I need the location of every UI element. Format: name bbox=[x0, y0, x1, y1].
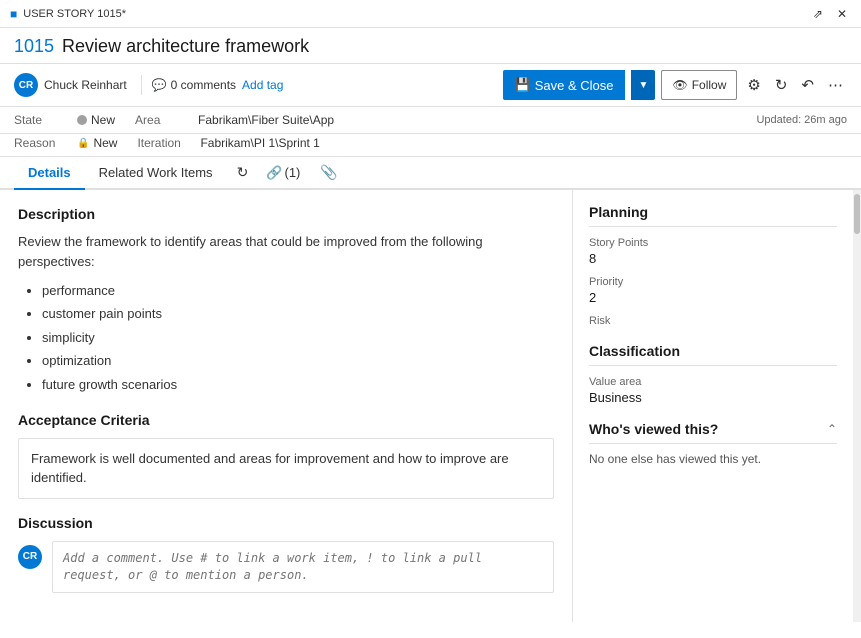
more-button[interactable]: ⋯ bbox=[824, 72, 847, 98]
whos-viewed-message: No one else has viewed this yet. bbox=[589, 452, 837, 466]
updated-text: Updated: 26m ago bbox=[756, 114, 847, 126]
list-item: optimization bbox=[42, 349, 554, 372]
follow-button[interactable]: 👁 Follow bbox=[661, 70, 737, 100]
risk-label: Risk bbox=[589, 315, 837, 327]
fields-row-2: Reason 🔒 New Iteration Fabrikam\PI 1\Spr… bbox=[0, 134, 861, 157]
reason-value: 🔒 New bbox=[77, 136, 117, 150]
comments-count: 0 comments bbox=[171, 78, 236, 92]
description-bullets: performancecustomer pain pointssimplicit… bbox=[18, 279, 554, 396]
work-item-icon: ■ bbox=[10, 7, 17, 21]
links-button[interactable]: 🔗 (1) bbox=[256, 159, 310, 187]
value-area-label: Value area bbox=[589, 376, 837, 388]
state-dot bbox=[77, 115, 87, 125]
links-count: (1) bbox=[284, 165, 300, 180]
reason-label: Reason bbox=[14, 136, 69, 150]
scrollbar[interactable] bbox=[853, 190, 861, 622]
work-item-id: 1015 bbox=[14, 36, 54, 57]
expand-button[interactable]: ⇗ bbox=[809, 5, 827, 23]
tab-details[interactable]: Details bbox=[14, 157, 85, 190]
description-title: Description bbox=[18, 206, 554, 222]
title-bar-left: ■ USER STORY 1015* bbox=[10, 7, 126, 21]
main-content: Description Review the framework to iden… bbox=[0, 190, 861, 622]
fields-row: State New Area Fabrikam\Fiber Suite\App … bbox=[0, 107, 861, 134]
close-button[interactable]: ✕ bbox=[833, 5, 851, 23]
refresh-button[interactable]: ↻ bbox=[771, 72, 792, 98]
title-bar: ■ USER STORY 1015* ⇗ ✕ bbox=[0, 0, 861, 28]
discussion-avatar: CR bbox=[18, 545, 42, 569]
comment-icon: 💬 bbox=[152, 78, 167, 92]
whos-viewed-header[interactable]: Who's viewed this? ⌃ bbox=[589, 421, 837, 444]
history-icon-button[interactable]: ↻ bbox=[229, 158, 257, 187]
acceptance-title: Acceptance Criteria bbox=[18, 412, 554, 428]
area-group: Area Fabrikam\Fiber Suite\App bbox=[135, 113, 334, 127]
author-name: Chuck Reinhart bbox=[44, 78, 127, 92]
reason-group: Reason 🔒 New bbox=[14, 136, 117, 150]
tabs-row: Details Related Work Items ↻ 🔗 (1) 📎 bbox=[0, 157, 861, 190]
comments-button[interactable]: 💬 0 comments bbox=[152, 78, 236, 92]
story-points-label: Story Points bbox=[589, 237, 837, 249]
list-item: customer pain points bbox=[42, 302, 554, 325]
discussion-row: CR bbox=[18, 541, 554, 593]
planning-section: Planning Story Points 8 Priority 2 Risk bbox=[589, 204, 837, 327]
list-item: performance bbox=[42, 279, 554, 302]
value-area-value: Business bbox=[589, 390, 837, 405]
save-icon: 💾 bbox=[515, 77, 531, 93]
add-tag-button[interactable]: Add tag bbox=[242, 78, 283, 92]
settings-button[interactable]: ⚙ bbox=[743, 72, 764, 98]
right-panel: Planning Story Points 8 Priority 2 Risk … bbox=[573, 190, 853, 622]
tab-related-work-items[interactable]: Related Work Items bbox=[85, 157, 227, 190]
title-bar-right: ⇗ ✕ bbox=[809, 5, 851, 23]
story-points-row: Story Points 8 bbox=[589, 237, 837, 266]
toolbar-divider-1 bbox=[141, 75, 142, 95]
risk-row: Risk bbox=[589, 315, 837, 327]
iteration-group: Iteration Fabrikam\PI 1\Sprint 1 bbox=[137, 136, 319, 150]
story-points-value: 8 bbox=[589, 251, 837, 266]
iteration-label: Iteration bbox=[137, 136, 192, 150]
discussion-title: Discussion bbox=[18, 515, 554, 531]
work-item-title: Review architecture framework bbox=[62, 36, 309, 57]
link-icon: 🔗 bbox=[266, 165, 282, 181]
area-value: Fabrikam\Fiber Suite\App bbox=[198, 113, 334, 127]
priority-label: Priority bbox=[589, 276, 837, 288]
acceptance-text: Framework is well documented and areas f… bbox=[18, 438, 554, 499]
state-value: New bbox=[77, 113, 115, 127]
lock-icon: 🔒 bbox=[77, 138, 89, 149]
value-area-row: Value area Business bbox=[589, 376, 837, 405]
follow-icon: 👁 bbox=[672, 78, 687, 92]
left-panel: Description Review the framework to iden… bbox=[0, 190, 573, 622]
chevron-up-icon: ⌃ bbox=[827, 422, 837, 436]
classification-title: Classification bbox=[589, 343, 837, 366]
toolbar: CR Chuck Reinhart 💬 0 comments Add tag 💾… bbox=[0, 64, 861, 107]
list-item: future growth scenarios bbox=[42, 373, 554, 396]
scroll-thumb[interactable] bbox=[854, 194, 860, 234]
description-intro: Review the framework to identify areas t… bbox=[18, 232, 554, 271]
iteration-value: Fabrikam\PI 1\Sprint 1 bbox=[200, 136, 319, 150]
undo-button[interactable]: ↶ bbox=[797, 72, 818, 98]
state-label: State bbox=[14, 113, 69, 127]
save-close-dropdown[interactable]: ▼ bbox=[631, 70, 655, 100]
list-item: simplicity bbox=[42, 326, 554, 349]
area-label: Area bbox=[135, 113, 190, 127]
priority-row: Priority 2 bbox=[589, 276, 837, 305]
comment-input[interactable] bbox=[52, 541, 554, 593]
save-close-button[interactable]: 💾 Save & Close bbox=[503, 70, 626, 100]
work-item-title-row: 1015 Review architecture framework bbox=[0, 28, 861, 64]
classification-section: Classification Value area Business bbox=[589, 343, 837, 405]
planning-title: Planning bbox=[589, 204, 837, 227]
avatar: CR bbox=[14, 73, 38, 97]
state-group: State New bbox=[14, 113, 115, 127]
save-close-label: Save & Close bbox=[535, 78, 614, 93]
title-bar-label: USER STORY 1015* bbox=[23, 8, 126, 20]
whos-viewed-title: Who's viewed this? bbox=[589, 421, 718, 437]
whos-viewed-section: Who's viewed this? ⌃ No one else has vie… bbox=[589, 421, 837, 466]
follow-label: Follow bbox=[692, 78, 727, 92]
attachment-button[interactable]: 📎 bbox=[312, 158, 345, 187]
priority-value: 2 bbox=[589, 290, 837, 305]
